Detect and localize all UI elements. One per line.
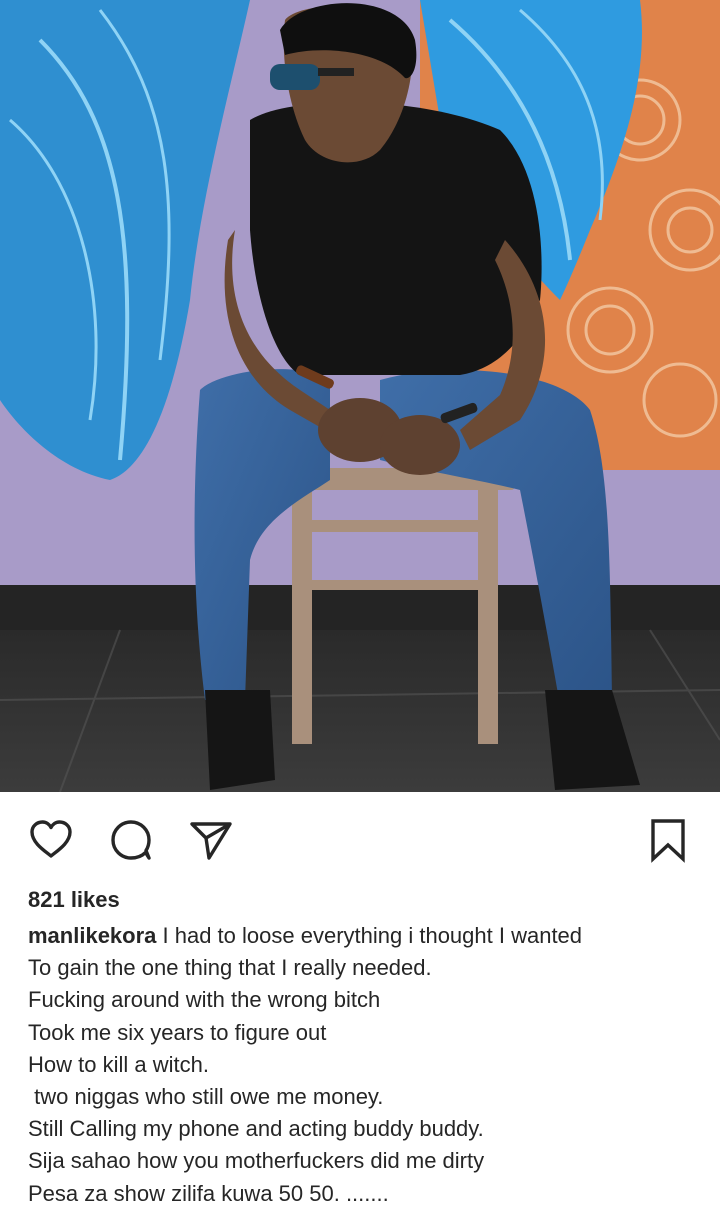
post-image[interactable] [0,0,720,792]
bookmark-icon [651,819,685,863]
comment-bubble-icon [111,820,151,860]
caption-line: Fucking around with the wrong bitch [28,987,381,1013]
comment-button[interactable] [107,816,155,864]
save-button[interactable] [644,816,692,864]
share-button[interactable] [187,816,235,864]
caption-line: How to kill a witch. [28,1051,209,1077]
post-caption: manlikekora I had to loose everything i … [28,920,700,1210]
caption-line: manlikekora I had to loose everything i … [28,920,700,952]
caption-text: I had to loose everything i thought I wa… [156,923,583,948]
caption-line: Still Calling my phone and acting buddy … [28,1116,484,1142]
caption-line: To gain the one thing that I really need… [28,955,432,981]
likes-count[interactable]: 821 likes [28,886,120,914]
post-action-bar [0,792,720,884]
like-button[interactable] [27,816,75,864]
caption-username[interactable]: manlikekora [28,923,156,948]
caption-line: Pesa za show zilifa kuwa 50 50. ....... [28,1180,389,1206]
post-photo-illustration [0,0,720,792]
paper-plane-icon [190,822,232,860]
caption-line: Sija sahao how you motherfuckers did me … [28,1148,485,1174]
caption-line: Took me six years to figure out [28,1019,327,1045]
heart-icon [30,820,72,858]
caption-line: two niggas who still owe me money. [28,1084,384,1110]
